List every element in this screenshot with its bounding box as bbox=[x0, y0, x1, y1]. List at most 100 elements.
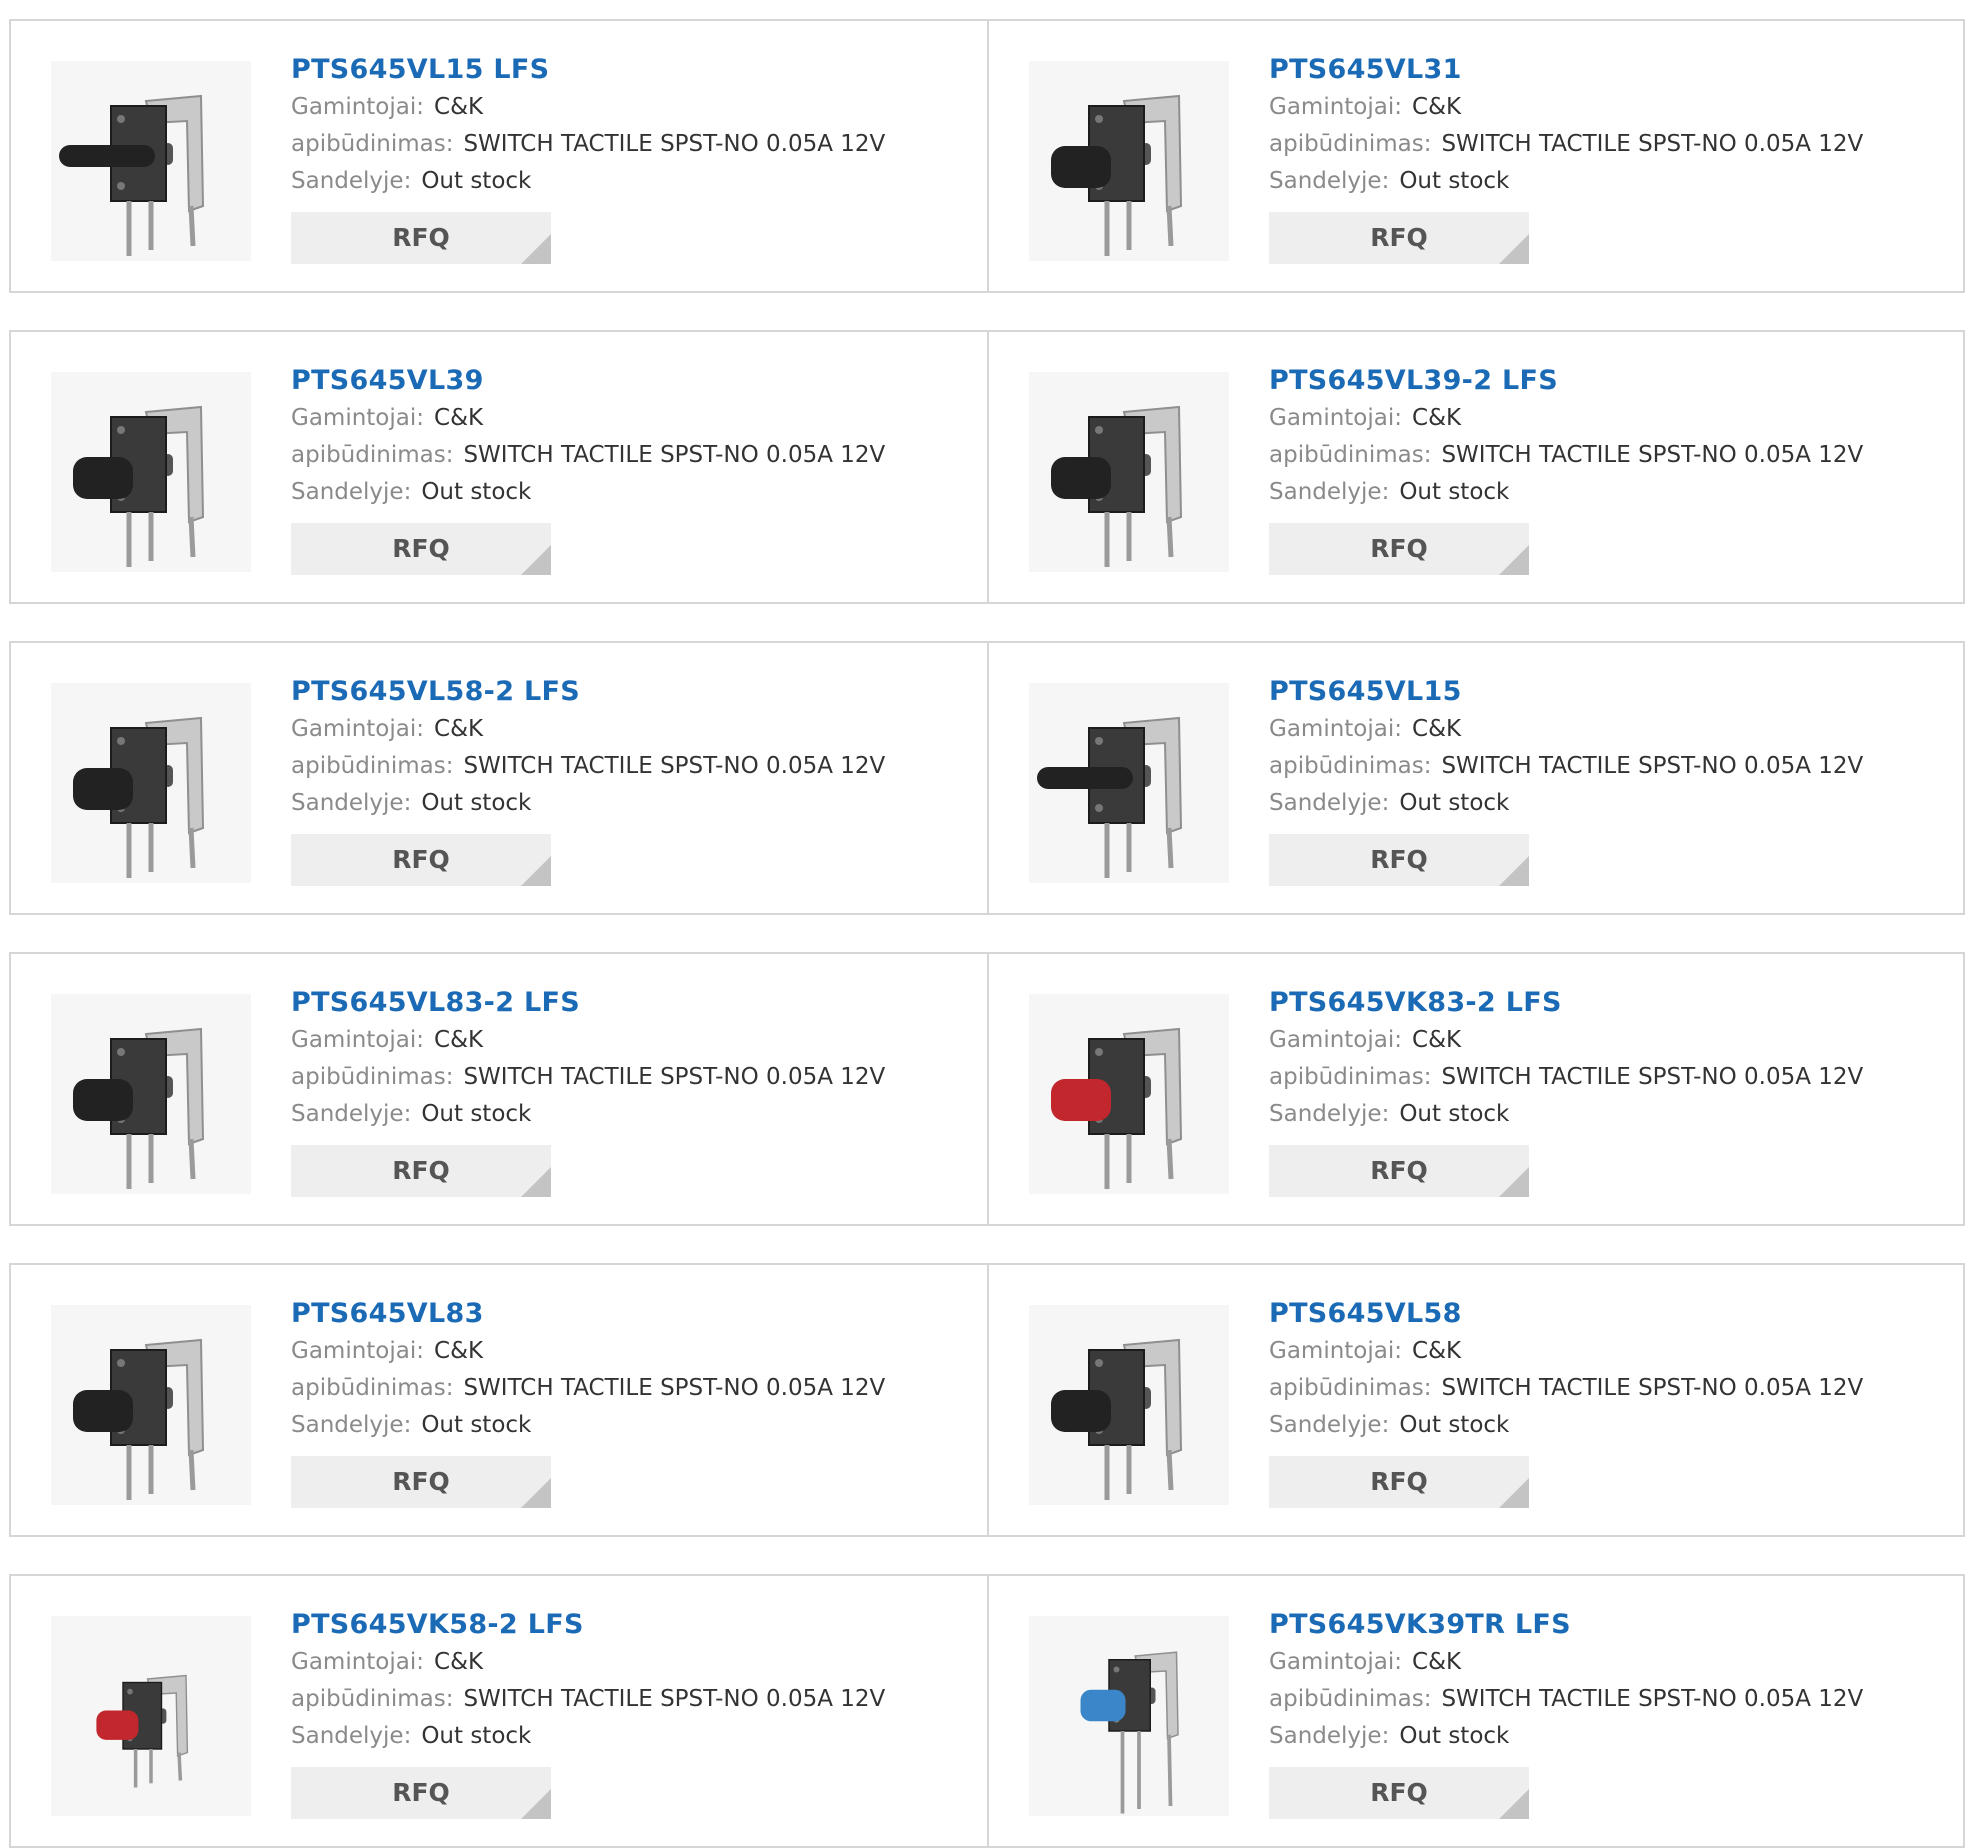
rfq-button[interactable]: RFQ bbox=[291, 834, 551, 886]
product-card: PTS645VL39 Gamintojai: C&K apibūdinimas: SWI… bbox=[11, 332, 987, 602]
manufacturer-row: Gamintojai: C&K bbox=[291, 89, 885, 126]
product-image[interactable] bbox=[1029, 1616, 1229, 1816]
stock-row: Sandelyje: Out stock bbox=[1269, 1718, 1863, 1755]
description-value: SWITCH TACTILE SPST-NO 0.05A 12V bbox=[463, 1064, 886, 1090]
description-value: SWITCH TACTILE SPST-NO 0.05A 12V bbox=[1441, 131, 1864, 157]
rfq-button[interactable]: RFQ bbox=[1269, 1145, 1529, 1197]
product-image[interactable] bbox=[51, 372, 251, 572]
product-card: PTS645VL15 LFS Gamintojai: C&K apibūdinimas… bbox=[11, 21, 987, 291]
manufacturer-value: C&K bbox=[1412, 94, 1462, 120]
product-title-link[interactable]: PTS645VK39TR LFS bbox=[1269, 1606, 1863, 1644]
product-image[interactable] bbox=[51, 1616, 251, 1816]
product-info: PTS645VK58-2 LFS Gamintojai: C&K apibūdinim… bbox=[291, 1606, 885, 1819]
product-image[interactable] bbox=[1029, 683, 1229, 883]
description-value: SWITCH TACTILE SPST-NO 0.05A 12V bbox=[1441, 753, 1864, 779]
manufacturer-row: Gamintojai: C&K bbox=[1269, 1333, 1863, 1370]
manufacturer-value: C&K bbox=[434, 405, 484, 431]
manufacturer-label: Gamintojai: bbox=[1269, 1338, 1403, 1364]
description-value: SWITCH TACTILE SPST-NO 0.05A 12V bbox=[463, 753, 886, 779]
rfq-button[interactable]: RFQ bbox=[1269, 212, 1529, 264]
manufacturer-label: Gamintojai: bbox=[1269, 94, 1403, 120]
black-actuator-switch-icon bbox=[73, 1027, 205, 1189]
product-title-link[interactable]: PTS645VL83 bbox=[291, 1295, 885, 1333]
rfq-button[interactable]: RFQ bbox=[291, 523, 551, 575]
stock-row: Sandelyje: Out stock bbox=[291, 1718, 885, 1755]
small-red-actuator-switch-icon bbox=[96, 1674, 189, 1788]
product-title-link[interactable]: PTS645VL58 bbox=[1269, 1295, 1863, 1333]
stock-row: Sandelyje: Out stock bbox=[1269, 785, 1863, 822]
description-label: apibūdinimas: bbox=[291, 1375, 454, 1401]
manufacturer-row: Gamintojai: C&K bbox=[291, 1333, 885, 1370]
manufacturer-label: Gamintojai: bbox=[291, 1027, 425, 1053]
product-row: PTS645VL58-2 LFS Gamintojai: C&K apibūdinim… bbox=[9, 641, 1965, 915]
product-image[interactable] bbox=[51, 1305, 251, 1505]
rfq-button[interactable]: RFQ bbox=[1269, 834, 1529, 886]
stock-label: Sandelyje: bbox=[291, 1412, 412, 1438]
stock-label: Sandelyje: bbox=[291, 1723, 412, 1749]
stock-row: Sandelyje: Out stock bbox=[291, 163, 885, 200]
product-image[interactable] bbox=[1029, 372, 1229, 572]
description-value: SWITCH TACTILE SPST-NO 0.05A 12V bbox=[463, 442, 886, 468]
product-image[interactable] bbox=[1029, 1305, 1229, 1505]
rfq-button[interactable]: RFQ bbox=[1269, 1456, 1529, 1508]
description-label: apibūdinimas: bbox=[291, 1064, 454, 1090]
manufacturer-row: Gamintojai: C&K bbox=[1269, 89, 1863, 126]
product-image[interactable] bbox=[51, 61, 251, 261]
product-image[interactable] bbox=[1029, 994, 1229, 1194]
product-card: PTS645VK39TR LFS Gamintojai: C&K apibūdinim… bbox=[987, 1576, 1963, 1846]
stock-row: Sandelyje: Out stock bbox=[1269, 474, 1863, 511]
stock-label: Sandelyje: bbox=[1269, 1723, 1390, 1749]
description-label: apibūdinimas: bbox=[291, 442, 454, 468]
product-title-link[interactable]: PTS645VL39 bbox=[291, 362, 885, 400]
corner-triangle-icon bbox=[1499, 234, 1529, 264]
manufacturer-label: Gamintojai: bbox=[291, 405, 425, 431]
description-row: apibūdinimas: SWITCH TACTILE SPST-NO 0.05… bbox=[1269, 437, 1863, 474]
manufacturer-label: Gamintojai: bbox=[291, 1649, 425, 1675]
description-value: SWITCH TACTILE SPST-NO 0.05A 12V bbox=[1441, 1686, 1864, 1712]
product-title-link[interactable]: PTS645VL58-2 LFS bbox=[291, 673, 885, 711]
blue-actuator-switch-icon bbox=[1080, 1651, 1179, 1814]
product-row: PTS645VL83-2 LFS Gamintojai: C&K apibūdinim… bbox=[9, 952, 1965, 1226]
rfq-button[interactable]: RFQ bbox=[291, 212, 551, 264]
rfq-label: RFQ bbox=[1370, 845, 1428, 874]
stock-label: Sandelyje: bbox=[1269, 168, 1390, 194]
product-title-link[interactable]: PTS645VL83-2 LFS bbox=[291, 984, 885, 1022]
manufacturer-row: Gamintojai: C&K bbox=[1269, 711, 1863, 748]
product-title-link[interactable]: PTS645VL39-2 LFS bbox=[1269, 362, 1863, 400]
product-title-link[interactable]: PTS645VL15 LFS bbox=[291, 51, 885, 89]
corner-triangle-icon bbox=[521, 234, 551, 264]
stock-label: Sandelyje: bbox=[291, 168, 412, 194]
corner-triangle-icon bbox=[521, 545, 551, 575]
description-row: apibūdinimas: SWITCH TACTILE SPST-NO 0.05… bbox=[291, 437, 885, 474]
stock-label: Sandelyje: bbox=[291, 790, 412, 816]
product-image[interactable] bbox=[51, 994, 251, 1194]
corner-triangle-icon bbox=[521, 856, 551, 886]
rfq-button[interactable]: RFQ bbox=[291, 1145, 551, 1197]
product-info: PTS645VK39TR LFS Gamintojai: C&K apibūdinim… bbox=[1269, 1606, 1863, 1819]
stock-row: Sandelyje: Out stock bbox=[1269, 163, 1863, 200]
product-title-link[interactable]: PTS645VL31 bbox=[1269, 51, 1863, 89]
description-value: SWITCH TACTILE SPST-NO 0.05A 12V bbox=[463, 131, 886, 157]
product-title-link[interactable]: PTS645VK83-2 LFS bbox=[1269, 984, 1863, 1022]
rfq-label: RFQ bbox=[1370, 1156, 1428, 1185]
black-tactile-switch-icon bbox=[73, 405, 205, 567]
stock-value: Out stock bbox=[1399, 479, 1510, 505]
product-image[interactable] bbox=[51, 683, 251, 883]
manufacturer-value: C&K bbox=[1412, 1027, 1462, 1053]
rfq-button[interactable]: RFQ bbox=[291, 1767, 551, 1819]
rfq-label: RFQ bbox=[392, 1778, 450, 1807]
product-row: PTS645VL15 LFS Gamintojai: C&K apibūdinimas… bbox=[9, 19, 1965, 293]
rfq-button[interactable]: RFQ bbox=[1269, 1767, 1529, 1819]
stock-label: Sandelyje: bbox=[1269, 1412, 1390, 1438]
product-title-link[interactable]: PTS645VL15 bbox=[1269, 673, 1863, 711]
product-card: PTS645VL31 Gamintojai: C&K apibūdinimas: SWI… bbox=[987, 21, 1963, 291]
rfq-button[interactable]: RFQ bbox=[291, 1456, 551, 1508]
manufacturer-row: Gamintojai: C&K bbox=[1269, 1644, 1863, 1681]
stock-value: Out stock bbox=[1399, 1723, 1510, 1749]
product-row: PTS645VL39 Gamintojai: C&K apibūdinimas: SWI… bbox=[9, 330, 1965, 604]
rfq-button[interactable]: RFQ bbox=[1269, 523, 1529, 575]
product-info: PTS645VL15 LFS Gamintojai: C&K apibūdinimas… bbox=[291, 51, 885, 264]
manufacturer-label: Gamintojai: bbox=[1269, 405, 1403, 431]
product-image[interactable] bbox=[1029, 61, 1229, 261]
product-title-link[interactable]: PTS645VK58-2 LFS bbox=[291, 1606, 885, 1644]
